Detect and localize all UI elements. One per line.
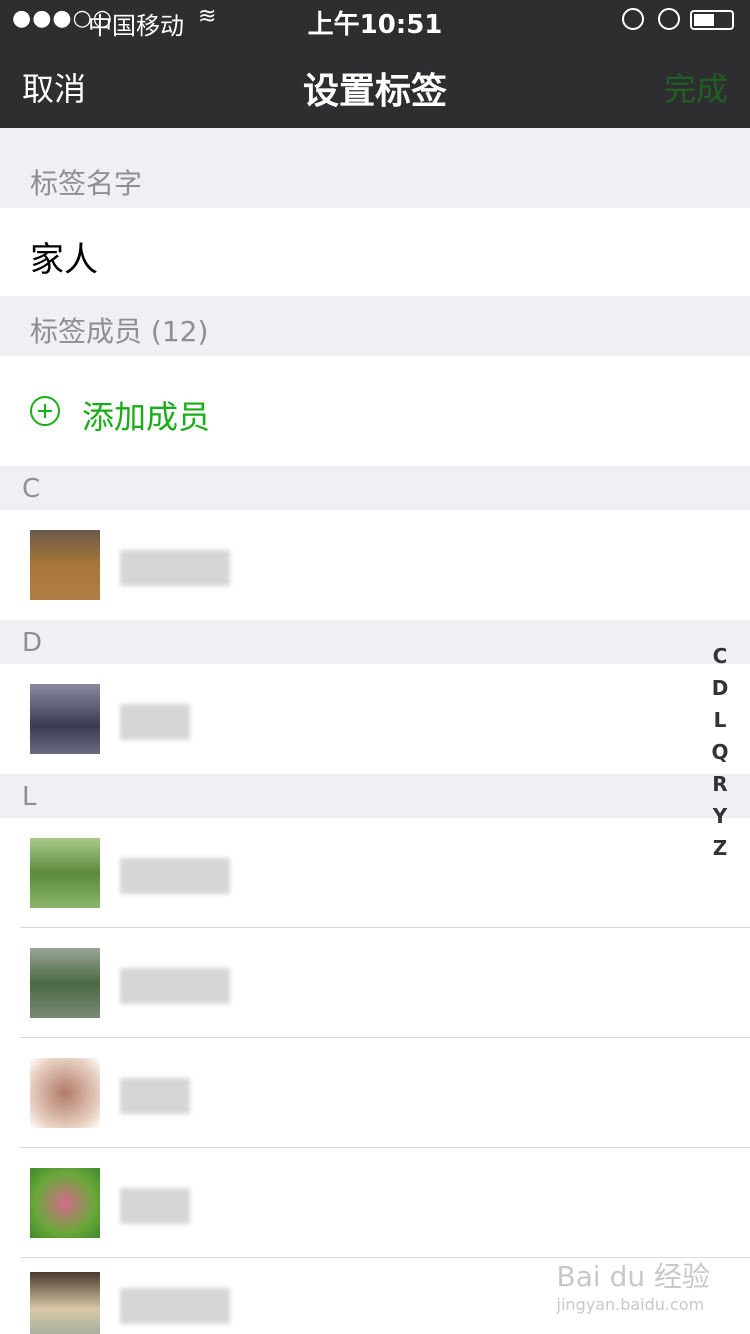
contact-row[interactable] <box>0 664 750 774</box>
contact-row[interactable] <box>0 1148 750 1258</box>
avatar <box>30 1272 100 1334</box>
index-letter[interactable]: D <box>702 672 738 704</box>
watermark-sub: jingyan.baidu.com <box>556 1295 705 1314</box>
contact-row[interactable] <box>0 1038 750 1148</box>
avatar <box>30 530 100 600</box>
contact-row[interactable] <box>0 928 750 1038</box>
section-header-l: L <box>0 774 750 818</box>
battery-icon <box>690 10 734 30</box>
rotation-lock-icon <box>622 8 644 30</box>
add-member-label: 添加成员 <box>82 398 211 436</box>
done-button[interactable]: 完成 <box>664 64 728 110</box>
avatar <box>30 838 100 908</box>
index-letter[interactable]: Q <box>702 736 738 768</box>
watermark-main: Bai du 经验 <box>556 1260 710 1293</box>
contact-name-blurred <box>120 704 190 740</box>
contact-name-blurred <box>120 1188 190 1224</box>
index-letter[interactable]: Z <box>702 832 738 864</box>
contact-name-blurred <box>120 858 230 894</box>
avatar <box>30 684 100 754</box>
add-member-button[interactable]: 添加成员 <box>0 356 750 466</box>
contact-name-blurred <box>120 550 230 586</box>
members-header-label: 标签成员 (12) <box>30 315 209 348</box>
contact-name-blurred <box>120 1288 230 1324</box>
contact-row[interactable] <box>0 510 750 620</box>
avatar <box>30 1058 100 1128</box>
status-bar: ●●●○○ 中国移动 ≋ 上午10:51 <box>0 0 750 40</box>
section-letter: D <box>22 628 43 658</box>
contact-row[interactable] <box>0 818 750 928</box>
section-header-d: D <box>0 620 750 664</box>
contact-name-blurred <box>120 1078 190 1114</box>
tag-name-header-label: 标签名字 <box>30 167 143 200</box>
alarm-icon <box>658 8 680 30</box>
tag-name-value: 家人 <box>30 240 98 280</box>
avatar <box>30 948 100 1018</box>
contact-name-blurred <box>120 968 230 1004</box>
section-letter: L <box>22 782 37 812</box>
tag-name-field[interactable]: 家人 <box>0 208 750 296</box>
watermark: Bai du 经验 jingyan.baidu.com <box>557 1255 710 1314</box>
nav-bar: 取消 设置标签 完成 <box>0 40 750 128</box>
index-letter[interactable]: C <box>702 640 738 672</box>
index-letter[interactable]: Y <box>702 800 738 832</box>
section-header-c: C <box>0 466 750 510</box>
tag-name-header: 标签名字 <box>0 128 750 208</box>
page-title: 设置标签 <box>302 71 447 112</box>
index-letter[interactable]: L <box>702 704 738 736</box>
index-letter[interactable]: R <box>702 768 738 800</box>
add-circle-icon <box>30 396 60 426</box>
members-header: 标签成员 (12) <box>0 296 750 356</box>
alphabet-index[interactable]: C D L Q R Y Z <box>702 640 738 864</box>
section-letter: C <box>22 474 41 504</box>
avatar <box>30 1168 100 1238</box>
